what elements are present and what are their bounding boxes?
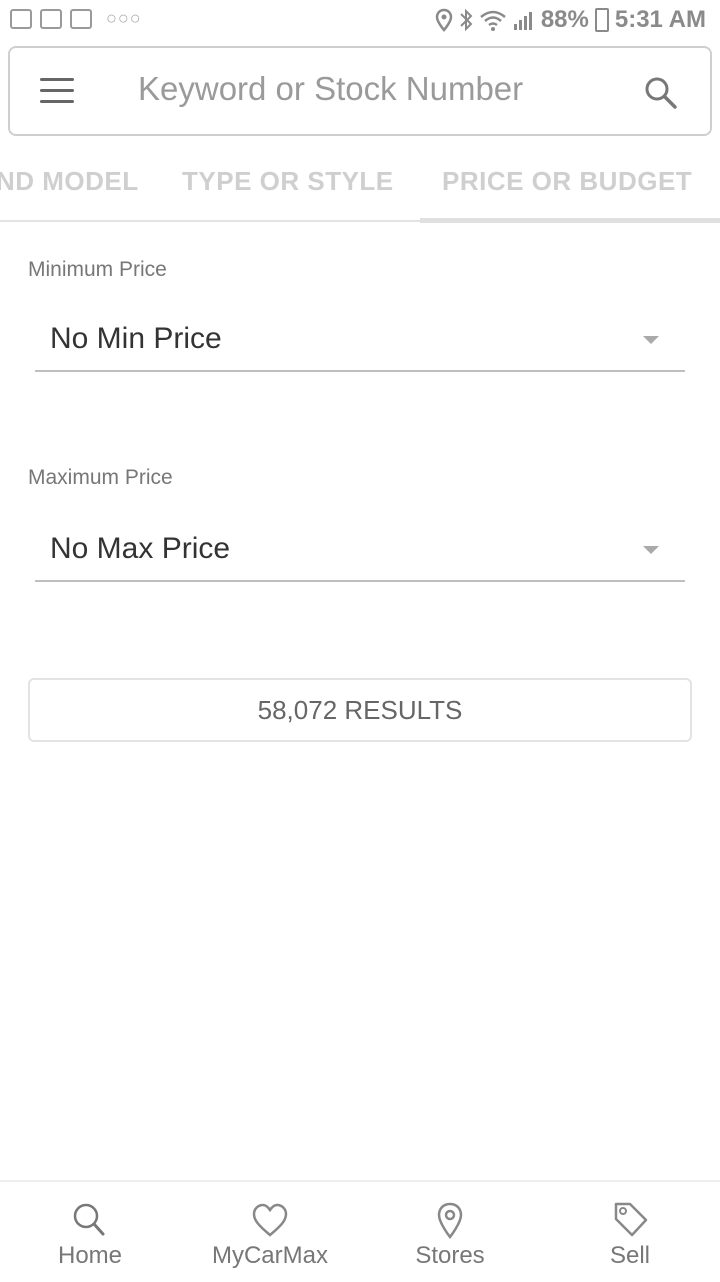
tab-make-and-model[interactable]: ND MODEL [0, 166, 139, 197]
tag-icon [614, 1202, 648, 1237]
nav-sell-label: Sell [609, 1242, 651, 1269]
signal-icon [513, 12, 532, 30]
nav-home[interactable]: Home [0, 1182, 180, 1282]
status-bar: ○○○ 88% 5:31 AM [0, 0, 720, 42]
dropdown-arrow-icon [643, 336, 659, 344]
battery-icon [594, 8, 609, 32]
results-button[interactable]: 58,072 RESULTS [28, 678, 692, 742]
minimum-price-label: Minimum Price [28, 258, 167, 281]
clock: 5:31 AM [614, 6, 706, 33]
menu-icon[interactable] [40, 78, 78, 106]
search-bar[interactable]: Keyword or Stock Number [8, 46, 712, 136]
nav-mycarmax[interactable]: MyCarMax [180, 1182, 360, 1282]
search-icon [73, 1203, 105, 1236]
location-icon [435, 8, 453, 32]
minimum-price-value: No Min Price [50, 322, 222, 355]
nav-stores-label: Stores [415, 1242, 485, 1269]
nav-home-label: Home [57, 1242, 123, 1269]
wifi-icon [480, 10, 506, 31]
bluetooth-icon [460, 8, 473, 32]
active-tab-indicator [420, 218, 720, 223]
battery-percent: 88% [540, 6, 589, 33]
nav-stores[interactable]: Stores [360, 1182, 540, 1282]
mail-icon [70, 8, 92, 29]
search-input[interactable]: Keyword or Stock Number [138, 70, 523, 108]
dropdown-arrow-icon [643, 546, 659, 554]
maximum-price-label: Maximum Price [28, 466, 173, 489]
location-pin-icon [437, 1202, 463, 1240]
notification-icon [10, 8, 32, 29]
filter-tabs: ND MODEL TYPE OR STYLE PRICE OR BUDGET [0, 148, 720, 228]
tab-price-or-budget[interactable]: PRICE OR BUDGET [442, 166, 692, 197]
bottom-nav: Home MyCarMax Stores Sell [0, 1180, 720, 1282]
nav-sell[interactable]: Sell [540, 1182, 720, 1282]
maximum-price-select[interactable]: No Max Price [35, 522, 685, 582]
minimum-price-select[interactable]: No Min Price [35, 312, 685, 372]
tab-type-or-style[interactable]: TYPE OR STYLE [182, 166, 394, 197]
search-icon[interactable] [644, 76, 678, 110]
more-dots-icon: ○○○ [106, 8, 142, 28]
check-notification-icon [40, 8, 62, 29]
nav-mycarmax-label: MyCarMax [211, 1242, 328, 1269]
heart-icon [252, 1203, 288, 1237]
status-left-icons: ○○○ [10, 8, 142, 29]
maximum-price-value: No Max Price [50, 532, 231, 565]
status-right: 88% 5:31 AM [435, 6, 706, 34]
